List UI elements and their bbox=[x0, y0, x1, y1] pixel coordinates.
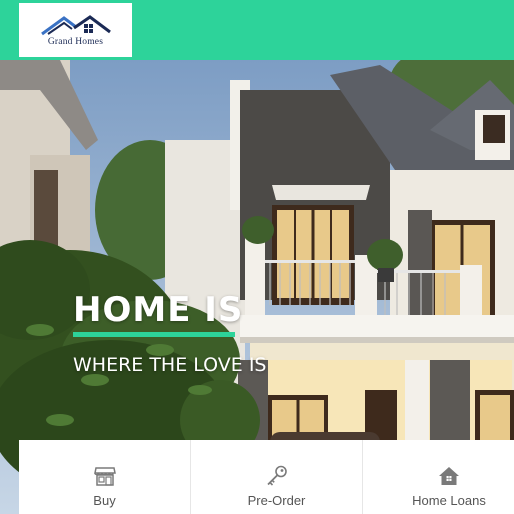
home-icon bbox=[439, 467, 459, 485]
house-roof-logo-icon bbox=[40, 14, 111, 35]
service-label: Pre-Order bbox=[247, 493, 306, 508]
services-bar: Buy Pre-Order Home Loans bbox=[19, 440, 514, 514]
top-bar: Grand Homes bbox=[0, 0, 514, 60]
site-logo[interactable]: Grand Homes bbox=[19, 3, 132, 57]
service-buy[interactable]: Buy bbox=[19, 440, 191, 514]
service-label: Buy bbox=[93, 493, 116, 508]
service-label: Home Loans bbox=[412, 493, 486, 508]
storefront-icon bbox=[93, 467, 116, 486]
service-pre-order[interactable]: Pre-Order bbox=[191, 440, 363, 514]
logo-text: Grand Homes bbox=[47, 36, 104, 47]
hero-title-underline bbox=[73, 332, 235, 337]
service-home-loans[interactable]: Home Loans bbox=[363, 440, 514, 514]
hero-subtitle: WHERE THE LOVE IS bbox=[73, 354, 267, 376]
hero-title: HOME IS bbox=[73, 290, 244, 330]
key-icon bbox=[266, 465, 287, 486]
